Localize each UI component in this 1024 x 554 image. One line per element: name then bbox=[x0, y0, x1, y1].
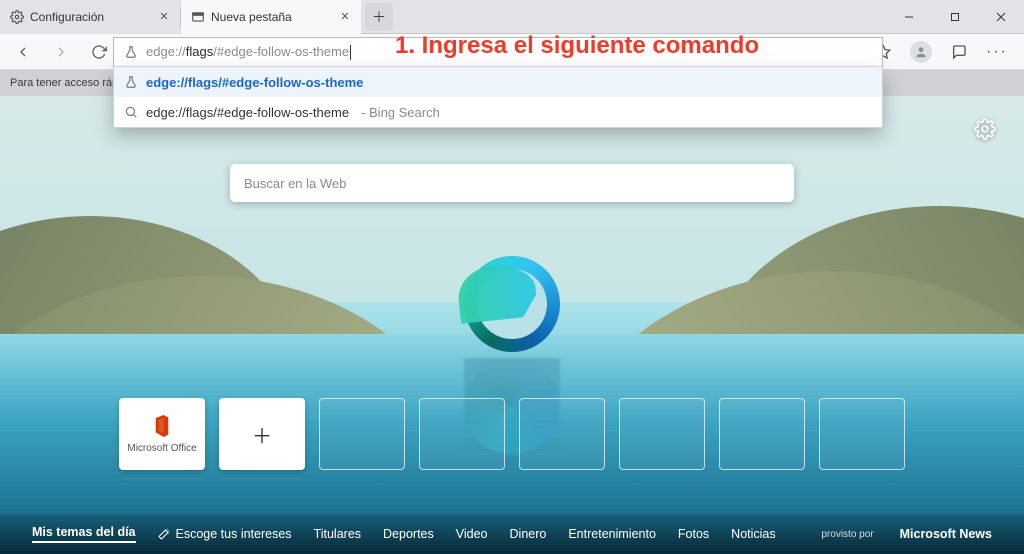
tile-empty[interactable] bbox=[619, 398, 705, 470]
close-icon[interactable]: ✕ bbox=[156, 9, 172, 25]
quick-links: Microsoft Office ＋ bbox=[119, 398, 905, 470]
close-window-button[interactable] bbox=[978, 0, 1024, 34]
refresh-button[interactable] bbox=[82, 37, 116, 67]
tile-empty[interactable] bbox=[519, 398, 605, 470]
forward-button[interactable] bbox=[44, 37, 78, 67]
new-tab-page: Microsoft Office ＋ Mis temas del día Esc… bbox=[0, 96, 1024, 554]
nav-item[interactable]: Entretenimiento bbox=[568, 527, 656, 541]
profile-button[interactable] bbox=[906, 37, 936, 67]
tab-title: Configuración bbox=[30, 10, 150, 24]
address-bar[interactable]: edge://flags/#edge-follow-os-theme bbox=[113, 37, 883, 67]
tile-empty[interactable] bbox=[419, 398, 505, 470]
nav-item[interactable]: Fotos bbox=[678, 527, 709, 541]
tab-settings[interactable]: Configuración ✕ bbox=[0, 0, 180, 34]
wand-icon bbox=[158, 528, 170, 540]
tile-empty[interactable] bbox=[719, 398, 805, 470]
suggestion-text: edge://flags/#edge-follow-os-theme bbox=[146, 105, 349, 120]
window-controls bbox=[886, 0, 1024, 34]
tab-newtab[interactable]: Nueva pestaña ✕ bbox=[181, 0, 361, 34]
ntp-search-box[interactable] bbox=[230, 164, 794, 202]
newtab-icon bbox=[191, 10, 205, 24]
ntp-bottom-nav: Mis temas del día Escoge tus intereses T… bbox=[0, 514, 1024, 554]
suggestion-text: edge://flags/#edge-follow-os-theme bbox=[146, 75, 363, 90]
nav-item-mytopics[interactable]: Mis temas del día bbox=[32, 525, 136, 543]
gear-icon bbox=[10, 10, 24, 24]
plus-icon: ＋ bbox=[252, 420, 272, 449]
tile-office[interactable]: Microsoft Office bbox=[119, 398, 205, 470]
search-icon bbox=[124, 105, 138, 119]
edge-logo bbox=[464, 256, 560, 352]
tile-empty[interactable] bbox=[319, 398, 405, 470]
ntp-search-input[interactable] bbox=[244, 176, 780, 191]
suggestion-item[interactable]: edge://flags/#edge-follow-os-theme - Bin… bbox=[114, 97, 882, 127]
title-bar: Configuración ✕ Nueva pestaña ✕ ＋ bbox=[0, 0, 1024, 34]
ntp-settings-button[interactable] bbox=[974, 118, 1002, 146]
back-button[interactable] bbox=[6, 37, 40, 67]
provided-by-label: provisto por bbox=[821, 529, 873, 540]
nav-item[interactable]: Deportes bbox=[383, 527, 434, 541]
new-tab-button[interactable]: ＋ bbox=[365, 3, 393, 31]
tile-empty[interactable] bbox=[819, 398, 905, 470]
suggestion-item[interactable]: edge://flags/#edge-follow-os-theme bbox=[114, 67, 882, 97]
brand-label: Microsoft News bbox=[900, 527, 992, 541]
nav-item[interactable]: Noticias bbox=[731, 527, 775, 541]
suggestion-list: edge://flags/#edge-follow-os-theme edge:… bbox=[113, 67, 883, 128]
flask-icon bbox=[124, 45, 138, 59]
suggestion-subtext: - Bing Search bbox=[361, 105, 440, 120]
tile-add[interactable]: ＋ bbox=[219, 398, 305, 470]
tab-title: Nueva pestaña bbox=[211, 10, 331, 24]
office-icon bbox=[152, 415, 172, 437]
feedback-button[interactable] bbox=[944, 37, 974, 67]
nav-item[interactable]: Video bbox=[456, 527, 488, 541]
nav-item[interactable]: Titulares bbox=[314, 527, 361, 541]
toolbar: edge://flags/#edge-follow-os-theme edge:… bbox=[0, 34, 1024, 70]
address-text: edge://flags/#edge-follow-os-theme bbox=[146, 44, 351, 60]
close-icon[interactable]: ✕ bbox=[337, 9, 353, 25]
tile-label: Microsoft Office bbox=[127, 443, 196, 454]
flask-icon bbox=[124, 75, 138, 89]
omnibox-container: edge://flags/#edge-follow-os-theme edge:… bbox=[113, 37, 883, 128]
nav-item[interactable]: Dinero bbox=[510, 527, 547, 541]
menu-button[interactable]: ··· bbox=[982, 37, 1012, 67]
minimize-button[interactable] bbox=[886, 0, 932, 34]
nav-item-interests[interactable]: Escoge tus intereses bbox=[158, 527, 292, 541]
maximize-button[interactable] bbox=[932, 0, 978, 34]
